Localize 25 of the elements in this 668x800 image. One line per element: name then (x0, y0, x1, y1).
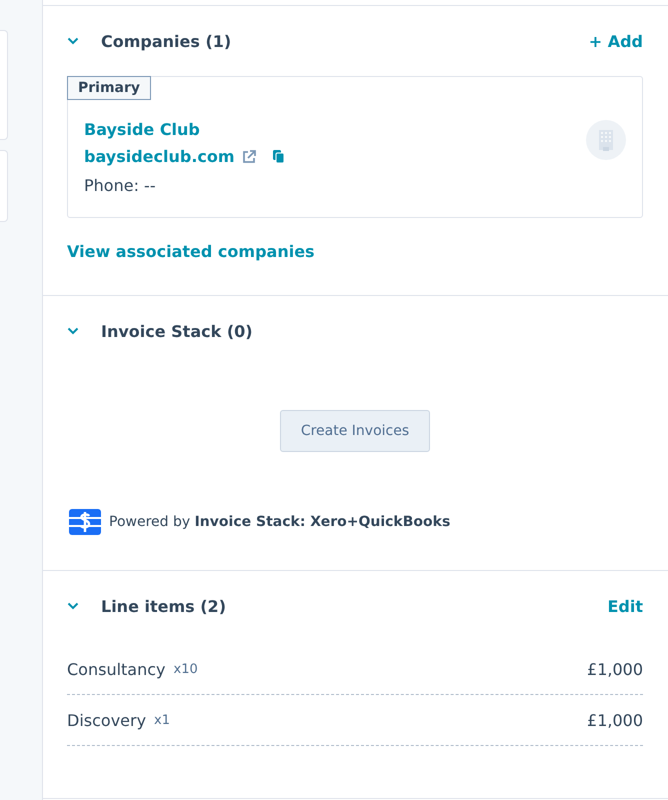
domain-link[interactable]: baysideclub.com (84, 147, 235, 166)
phone-text: Phone: -- (84, 176, 157, 195)
item-quantity: x1 (154, 712, 172, 728)
section-title: Companies (1) (101, 32, 232, 50)
section-title: Invoice Stack (0) (101, 322, 254, 340)
chevron-icon[interactable] (67, 37, 79, 45)
create-invoices-button[interactable]: Create Invoices (280, 410, 430, 452)
add-button[interactable]: + Add (588, 32, 643, 50)
item-price: £1,000 (587, 710, 643, 730)
edit-button[interactable]: Edit (607, 596, 643, 616)
primary-tag: Primary (67, 76, 152, 100)
company-name-link[interactable]: Bayside Club (84, 120, 200, 139)
building-icon (586, 120, 626, 160)
external-link-icon[interactable] (240, 148, 257, 164)
powered-by-text: Powered by Invoice Stack: Xero+QuickBooks (109, 514, 450, 530)
chevron-icon[interactable] (67, 602, 79, 610)
item-name: Consultancy (67, 660, 166, 678)
section-title: Line items (2) (101, 596, 227, 616)
copy-icon[interactable] (272, 150, 285, 164)
dollar-logo-icon (69, 509, 101, 535)
item-quantity: x10 (174, 662, 199, 676)
chevron-icon[interactable] (67, 327, 79, 335)
view-companies-link[interactable]: View associated companies (67, 242, 315, 261)
item-name: Discovery (67, 710, 146, 730)
item-price: £1,000 (587, 660, 643, 678)
